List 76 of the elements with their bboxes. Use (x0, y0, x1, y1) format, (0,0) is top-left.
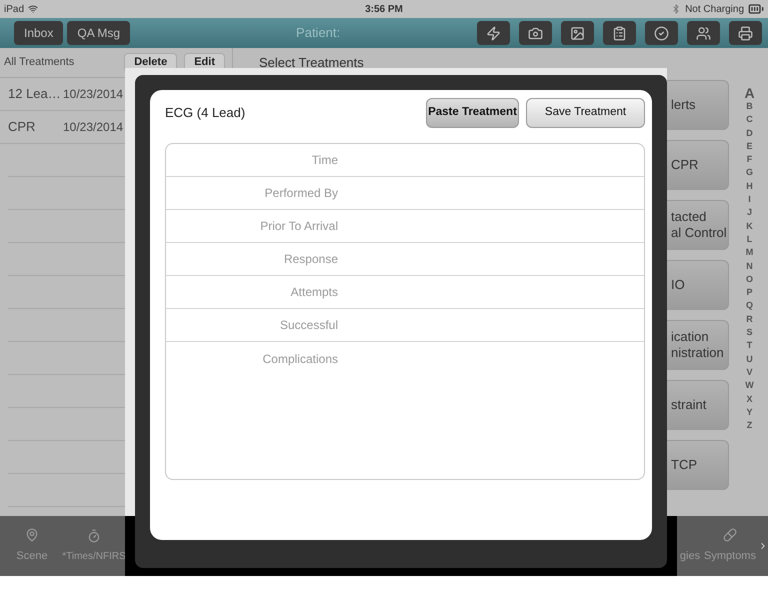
field-label: Time (310, 152, 338, 169)
form-row[interactable]: Attempts (166, 276, 644, 309)
index-letter[interactable]: N (746, 260, 753, 273)
index-letter[interactable]: G (746, 166, 753, 180)
patient-label: Patient: (296, 24, 340, 42)
field-label: Response (282, 251, 338, 268)
panel-title: Select Treatments (259, 54, 364, 72)
clipboard-icon (612, 26, 627, 40)
field-label: Prior To Arrival (259, 218, 338, 235)
treatment-date: 10/23/2014 (63, 119, 124, 136)
index-letter[interactable]: K (746, 220, 753, 233)
index-letter[interactable]: M (746, 246, 754, 260)
charging-status: Not Charging (685, 2, 744, 16)
index-letter[interactable]: L (746, 232, 752, 246)
tab-item[interactable]: Symptoms (702, 528, 758, 564)
index-letter[interactable]: O (746, 272, 753, 286)
bluetooth-icon (671, 4, 682, 14)
field-label: Successful (278, 317, 338, 334)
dialog-button[interactable]: Paste Treatment (426, 98, 519, 128)
index-letter[interactable]: Y (746, 406, 752, 420)
wifi-icon (28, 4, 38, 14)
field-label: Performed By (264, 185, 338, 202)
checkmark-icon (654, 26, 669, 40)
checkmark-button[interactable] (645, 21, 678, 45)
clock-time: 3:56 PM (365, 4, 403, 14)
index-letter[interactable]: D (746, 126, 753, 140)
form-row[interactable]: Response (166, 243, 644, 276)
index-letter[interactable]: Z (746, 419, 752, 432)
index-letter[interactable]: V (746, 366, 752, 380)
people-icon (696, 26, 711, 40)
lightning-button[interactable] (477, 21, 510, 45)
index-letter[interactable]: S (746, 326, 752, 340)
treatment-name: CPR (8, 118, 36, 136)
clipboard-button[interactable] (603, 21, 636, 45)
treatment-date: 10/23/2014 (63, 86, 124, 103)
device-name: iPad (4, 2, 24, 16)
printer-button[interactable] (729, 21, 762, 45)
index-letter[interactable]: H (746, 180, 753, 194)
field-label: Complications (262, 351, 338, 368)
form-row[interactable]: Prior To Arrival (166, 210, 644, 243)
index-letter[interactable]: B (746, 100, 753, 114)
index-letter[interactable]: A (744, 86, 755, 100)
nav-button[interactable]: QA Msg (67, 21, 130, 45)
form-row[interactable]: Successful (166, 309, 644, 342)
tab-item[interactable]: Scene (0, 528, 64, 564)
index-letter[interactable]: C (746, 113, 753, 127)
field-label: Attempts (290, 284, 338, 301)
lightning-icon (486, 26, 501, 40)
people-button[interactable] (687, 21, 720, 45)
index-letter[interactable]: J (746, 206, 752, 220)
index-letter[interactable]: E (746, 140, 752, 154)
index-letter[interactable]: R (746, 312, 753, 326)
dialog-button[interactable]: Save Treatment (526, 98, 645, 128)
index-letter[interactable]: F (746, 153, 752, 166)
form-row[interactable]: Time (166, 144, 644, 177)
tab-item[interactable]: gies (678, 528, 702, 564)
form-row[interactable]: Performed By (166, 177, 644, 210)
index-letter[interactable]: I (748, 193, 751, 206)
list-title: All Treatments (4, 55, 76, 70)
camera-icon (528, 26, 543, 40)
timer-icon (87, 528, 101, 542)
tab-item[interactable]: *Times/NFIRS (64, 528, 124, 564)
index-letter[interactable]: U (746, 352, 753, 366)
nav-button[interactable]: Inbox (14, 21, 64, 45)
camera-button[interactable] (519, 21, 552, 45)
pictures-icon (570, 26, 585, 40)
printer-icon (738, 26, 753, 40)
map-pin-icon (25, 528, 39, 542)
index-letter[interactable]: X (746, 392, 752, 406)
index-letter[interactable]: P (746, 286, 752, 300)
index-letter[interactable]: T (746, 339, 752, 353)
index-letter[interactable]: Q (746, 299, 753, 313)
pictures-button[interactable] (561, 21, 594, 45)
pill-icon (723, 528, 737, 542)
index-letter[interactable]: W (745, 379, 754, 393)
treatment-name: 12 Lea… (8, 85, 61, 104)
